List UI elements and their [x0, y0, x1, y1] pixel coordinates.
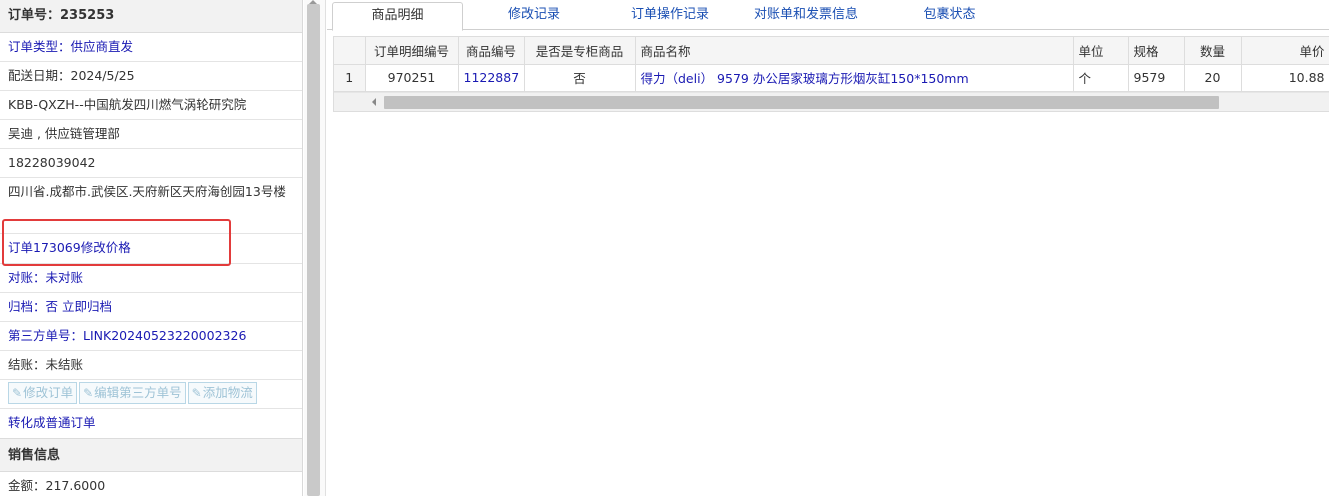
tab-order-operation-records[interactable]: 订单操作记录 [606, 2, 734, 30]
is-counter-cell: 否 [524, 64, 636, 92]
panel-splitter[interactable] [304, 0, 326, 496]
price-change-link[interactable]: 订单173069修改价格 [0, 234, 302, 264]
settlement-status: 结账：未结账 [0, 351, 302, 380]
archive-now-link[interactable]: 立即归档 [62, 299, 112, 314]
sales-info-header: 销售信息 [0, 438, 302, 472]
spec-cell: 9579 [1128, 64, 1185, 92]
detail-panel: 商品明细 修改记录 订单操作记录 对账单和发票信息 包裹状态 订单明细编号 商品… [327, 0, 1329, 496]
order-number: 235253 [60, 8, 115, 23]
delivery-date: 配送日期：2024/5/25 [0, 62, 302, 91]
column-header[interactable]: 单位 [1073, 37, 1129, 65]
tab-package-status[interactable]: 包裹状态 [887, 2, 1012, 30]
reconcile-status: 对账：未对账 [0, 264, 302, 293]
table-header-row: 订单明细编号 商品编号 是否是专柜商品 商品名称 单位 规格 数量 单价 [334, 37, 1329, 65]
order-number-label: 订单号： [8, 8, 61, 23]
edit-order-button[interactable]: ✎修改订单 [8, 382, 78, 404]
column-header[interactable]: 商品编号 [458, 37, 525, 65]
order-info-panel: 订单号：235253 订单类型：供应商直发 配送日期：2024/5/25 KBB… [0, 0, 303, 496]
unit-price-cell: 10.88 [1241, 64, 1329, 92]
archive-value: 否 [45, 299, 59, 314]
edit-third-party-button[interactable]: ✎编辑第三方单号 [79, 382, 186, 404]
edit-icon: ✎ [191, 386, 202, 400]
order-type: 订单类型：供应商直发 [0, 33, 302, 62]
contact-phone: 18228039042 [0, 149, 302, 178]
column-header[interactable]: 规格 [1128, 37, 1185, 65]
product-name-link[interactable]: 得力（deli） 9579 办公居家玻璃方形烟灰缸150*150mm [635, 64, 1074, 92]
column-header[interactable]: 订单明细编号 [365, 37, 459, 65]
detail-id-cell: 970251 [365, 64, 459, 92]
product-id-link[interactable]: 1122887 [458, 64, 525, 92]
sales-amount: 金额：217.6000 [0, 472, 302, 496]
column-header[interactable]: 是否是专柜商品 [524, 37, 636, 65]
product-grid: 订单明细编号 商品编号 是否是专柜商品 商品名称 单位 规格 数量 单价 1 9… [333, 36, 1329, 112]
contact-person: 吴迪 , 供应链管理部 [0, 120, 302, 149]
table-row[interactable]: 1 970251 1122887 否 得力（deli） 9579 办公居家玻璃方… [334, 64, 1329, 92]
archive-label: 归档： [8, 299, 46, 314]
column-header[interactable]: 商品名称 [635, 37, 1074, 65]
tab-statement-invoice[interactable]: 对账单和发票信息 [736, 2, 876, 30]
tab-bar: 商品明细 修改记录 订单操作记录 对账单和发票信息 包裹状态 [327, 0, 1329, 31]
edit-icon: ✎ [12, 386, 23, 400]
order-number-row: 订单号：235253 [0, 0, 302, 33]
quantity-cell: 20 [1184, 64, 1242, 92]
archive-row: 归档：否 立即归档 [0, 293, 302, 322]
edit-icon: ✎ [83, 386, 94, 400]
row-number-header [334, 37, 366, 65]
horizontal-scrollbar[interactable] [334, 91, 1329, 111]
product-table: 订单明细编号 商品编号 是否是专柜商品 商品名称 单位 规格 数量 单价 1 9… [334, 37, 1329, 92]
add-logistics-button[interactable]: ✎添加物流 [187, 382, 257, 404]
unit-cell: 个 [1073, 64, 1129, 92]
row-number: 1 [334, 64, 366, 92]
column-header[interactable]: 单价 [1241, 37, 1329, 65]
convert-normal-order-link[interactable]: 转化成普通订单 [0, 409, 302, 438]
scroll-left-arrow-icon[interactable] [372, 97, 376, 106]
tab-modify-records[interactable]: 修改记录 [474, 2, 594, 30]
horizontal-scrollbar-thumb[interactable] [384, 95, 1219, 109]
customer-name: KBB-QXZH--中国航发四川燃气涡轮研究院 [0, 91, 302, 120]
column-header[interactable]: 数量 [1184, 37, 1242, 65]
delivery-address: 四川省.成都市.武侯区.天府新区天府海创园13号楼 [0, 178, 302, 234]
tab-product-detail[interactable]: 商品明细 [332, 2, 463, 31]
vertical-scrollbar-thumb[interactable] [307, 4, 320, 496]
order-actions: ✎修改订单 ✎编辑第三方单号 ✎添加物流 [0, 380, 302, 409]
third-party-number: 第三方单号：LINK20240523220002326 [0, 322, 302, 351]
